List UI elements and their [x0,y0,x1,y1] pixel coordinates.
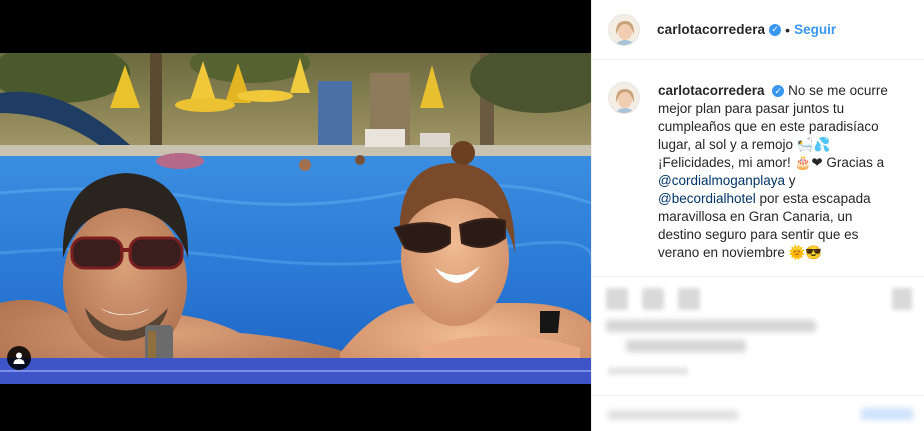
header-username[interactable]: carlotacorredera [657,22,765,37]
comment-bar [592,395,924,431]
comment-input-blurred[interactable] [608,410,738,420]
follow-button[interactable]: Seguir [794,22,836,37]
avatar-image [609,83,639,113]
avatar-image [609,14,639,45]
share-icon[interactable] [678,288,700,310]
mention-link[interactable]: @becordialhotel [658,191,756,206]
verified-badge-icon: ✓ [772,85,785,98]
post-details-panel: carlotacorredera ✓ • Seguir carlotacorre… [591,0,924,431]
post-button-blurred[interactable] [861,408,913,420]
caption-area: carlotacorredera ✓ No se me ocurre mejor… [592,60,924,277]
header-separator: • [785,21,791,38]
action-bar [606,288,700,310]
mention-link[interactable]: @cordialmoganplaya [658,173,785,188]
heart-icon[interactable] [606,288,628,310]
instagram-post-view: carlotacorredera ✓ • Seguir carlotacorre… [0,0,924,431]
pool-photo-illustration [0,53,591,384]
avatar[interactable] [608,13,640,46]
bookmark-icon[interactable] [892,288,912,310]
comment-icon[interactable] [642,288,664,310]
post-media-area [0,0,591,431]
caption-username[interactable]: carlotacorredera [658,83,765,98]
user-tag-icon[interactable] [7,346,31,370]
post-date-blurred [608,367,688,375]
caption-text: carlotacorredera ✓ No se me ocurre mejor… [658,82,894,276]
post-header: carlotacorredera ✓ • Seguir [592,0,924,60]
person-icon [13,352,25,364]
caption-body-2: y [785,173,796,188]
post-photo[interactable] [0,53,591,384]
likes-section-blurred [606,320,816,360]
caption-avatar[interactable] [608,82,640,114]
verified-badge-icon: ✓ [769,23,782,36]
